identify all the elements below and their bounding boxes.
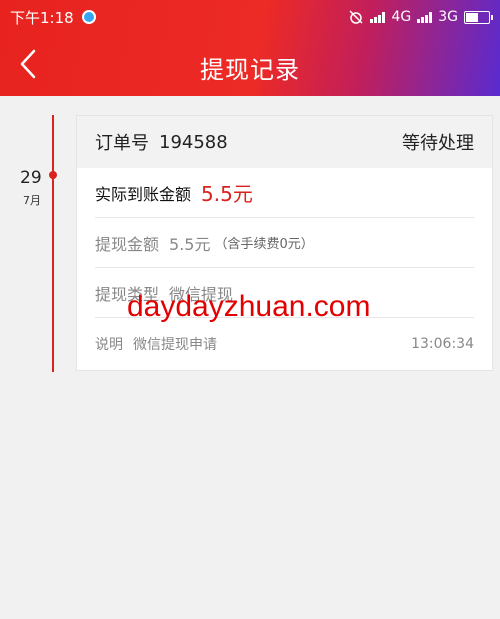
network-type-2: 3G [438, 9, 458, 25]
record-date-month: 7月 [23, 194, 41, 207]
withdraw-type-row: 提现类型 微信提现 [95, 268, 474, 318]
actual-amount-row: 实际到账金额 5.5元 [95, 168, 474, 218]
timeline-dot [49, 171, 57, 179]
app-header: 下午1:18 4G 3G 提现记录 [0, 0, 500, 96]
alarm-off-icon [349, 10, 363, 24]
signal-strength-icon-2 [417, 11, 433, 23]
withdraw-type-label: 提现类型 [95, 284, 160, 304]
record-time: 13:06:34 [411, 336, 474, 352]
timeline-line [52, 115, 54, 372]
signal-strength-icon [370, 11, 386, 23]
withdraw-amount-row: 提现金额 5.5元 （含手续费0元） [95, 218, 474, 268]
status-left: 下午1:18 [10, 7, 96, 28]
note-row: 说明 微信提现申请 13:06:34 [95, 318, 474, 370]
record-date-day: 29 [20, 168, 42, 188]
battery-icon [464, 10, 493, 24]
note-label: 说明 [95, 337, 123, 353]
network-type-1: 4G [391, 9, 412, 25]
status-bar: 下午1:18 4G 3G [0, 0, 500, 34]
page-title: 提现记录 [200, 56, 300, 84]
actual-amount-label: 实际到账金额 [95, 184, 192, 204]
fee-suffix: ） [300, 237, 314, 252]
status-badge: 等待处理 [402, 133, 474, 154]
withdraw-type-value: 微信提现 [169, 284, 234, 304]
note-value: 微信提现申请 [133, 337, 217, 353]
withdrawal-record-card[interactable]: 订单号 194588 等待处理 实际到账金额 5.5元 提现金额 5.5元 （含… [76, 115, 493, 371]
status-time: 下午1:18 [10, 8, 74, 27]
withdraw-amount-label: 提现金额 [95, 234, 160, 254]
status-right: 4G 3G [348, 9, 493, 25]
fee-prefix: （含手续费 [214, 237, 280, 252]
app-notification-icon [81, 10, 96, 24]
actual-amount-value: 5.5元 [201, 182, 253, 206]
order-label: 订单号 [95, 133, 149, 154]
order-number: 194588 [159, 131, 228, 153]
card-header: 订单号 194588 等待处理 [77, 116, 492, 168]
fee-note: （含手续费0元） [214, 233, 313, 252]
withdraw-amount-value: 5.5元 [169, 234, 211, 254]
fee-value: 0元 [279, 237, 301, 252]
nav-bar: 提现记录 [0, 34, 500, 96]
